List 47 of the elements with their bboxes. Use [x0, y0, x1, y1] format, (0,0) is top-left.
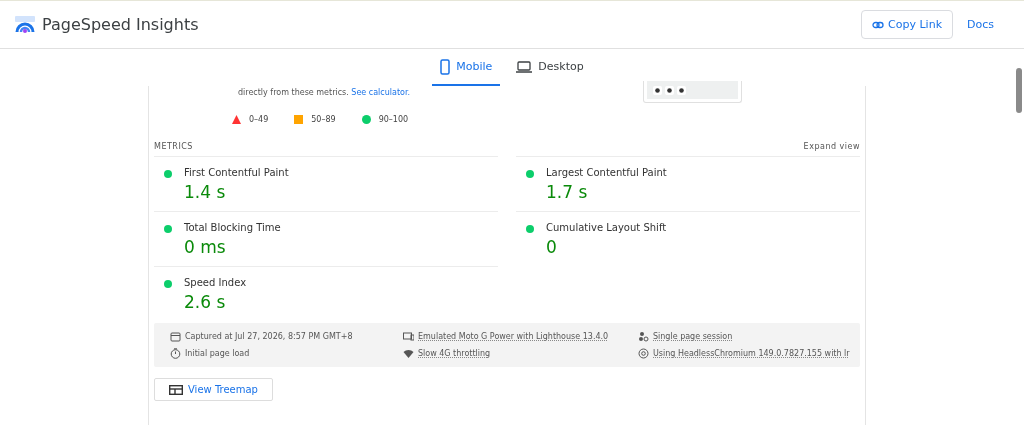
square-icon	[294, 114, 304, 124]
metric-value: 0	[546, 237, 558, 257]
app-title: PageSpeed Insights	[42, 15, 199, 34]
intro-text: directly from these metrics. See calculator.	[238, 88, 411, 99]
link-icon	[872, 20, 885, 29]
logo-icon	[14, 14, 36, 35]
device-tab[interactable]: Mobile	[432, 49, 501, 86]
device-tab[interactable]: Desktop	[508, 49, 592, 86]
info-link[interactable]: Emulated Moto G Power with Lighthouse 13.4.0	[418, 332, 609, 341]
section-heading: METRICS	[154, 141, 193, 151]
info-text: Initial page load	[185, 349, 250, 358]
metric-value: 1.4 s	[184, 182, 227, 202]
phone-icon	[440, 58, 451, 75]
info-text: Captured at Jul 27, 2026, 8:57 PM GMT+8	[185, 332, 353, 341]
timer-icon	[170, 348, 181, 359]
metric-name: Largest Contentful Paint	[546, 167, 667, 178]
metric-value: 0 ms	[184, 237, 227, 257]
copy-link-button[interactable]: Copy Link	[861, 10, 953, 39]
expand-view-link[interactable]: Expand view	[803, 141, 860, 151]
view-treemap-button[interactable]: View Treemap	[154, 378, 273, 401]
triangle-icon	[232, 114, 241, 124]
info-link[interactable]: Using HeadlessChromium 149.0.7827.155 with lr	[653, 349, 850, 358]
calculator-link[interactable]: See calculator.	[351, 88, 411, 97]
browser-icon	[638, 348, 649, 359]
devices-icon	[403, 331, 414, 342]
metric-value: 2.6 s	[184, 292, 227, 312]
legend-label: 90–100	[378, 114, 409, 124]
docs-link[interactable]: Docs	[963, 11, 998, 38]
people-icon	[638, 331, 649, 342]
metric-name: First Contentful Paint	[184, 167, 289, 178]
laptop-icon	[516, 60, 533, 73]
metric-name: Speed Index	[184, 277, 247, 288]
scrollbar-thumb[interactable]	[1016, 68, 1022, 113]
metric-name: Total Blocking Time	[184, 222, 281, 233]
legend-label: 0–49	[249, 114, 269, 124]
wifi-icon	[403, 348, 414, 359]
dot-icon	[361, 114, 371, 124]
control-icon	[665, 85, 674, 95]
treemap-icon	[169, 384, 183, 395]
metric-value: 1.7 s	[546, 182, 589, 202]
calendar-icon	[170, 331, 181, 342]
legend-label: 50–89	[311, 114, 336, 124]
control-icon	[653, 85, 662, 95]
info-link[interactable]: Single page session	[653, 332, 733, 341]
info-link[interactable]: Slow 4G throttling	[418, 349, 491, 358]
control-icon	[677, 85, 686, 95]
metric-name: Cumulative Layout Shift	[546, 222, 667, 233]
